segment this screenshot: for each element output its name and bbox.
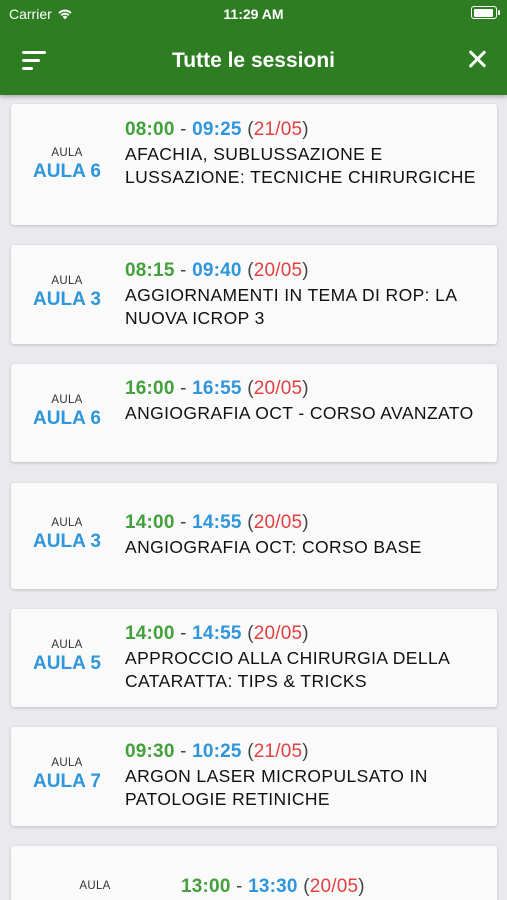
navigation-bar: Tutte le sessioni [0, 28, 507, 92]
page-title: Tutte le sessioni [172, 49, 335, 72]
session-time: 09:30 - 10:25 (21/05) [125, 741, 309, 762]
status-time: 11:29 AM [223, 6, 284, 22]
session-card[interactable]: AULA AULA 3 14:00 - 14:55 (20/05) ANGIOG… [11, 483, 497, 589]
room-block: AULA AULA 3 [11, 275, 123, 311]
session-list[interactable]: AULA AULA 6 08:00 - 09:25 (21/05) AFACHI… [0, 95, 507, 900]
start-time: 16:00 [125, 378, 175, 399]
session-time: 13:00 - 13:30 (20/05) [181, 876, 365, 897]
session-content: 13:00 - 13:30 (20/05) [181, 876, 485, 900]
end-time: 16:55 [192, 378, 242, 399]
end-time: 14:55 [192, 623, 242, 644]
session-title: ARGON LASER MICROPULSATO IN PATOLOGIE RE… [125, 766, 428, 809]
session-content: 14:00 - 14:55 (20/05) APPROCCIO ALLA CHI… [125, 623, 485, 693]
end-time: 14:55 [192, 512, 242, 533]
room-name: AULA 6 [33, 161, 101, 182]
session-time: 14:00 - 14:55 (20/05) [125, 512, 309, 533]
session-card[interactable]: AULA 13:00 - 13:30 (20/05) [11, 846, 497, 900]
session-date: 21/05 [253, 741, 303, 762]
status-bar: Carrier 11:29 AM [0, 0, 507, 28]
session-title: APPROCCIO ALLA CHIRURGIA DELLA CATARATTA… [125, 648, 450, 691]
session-time: 08:15 - 09:40 (20/05) [125, 260, 309, 281]
room-name: AULA 3 [33, 289, 101, 310]
session-content: 14:00 - 14:55 (20/05) ANGIOGRAFIA OCT: C… [125, 512, 485, 559]
room-label: AULA [51, 275, 83, 287]
session-card[interactable]: AULA AULA 6 08:00 - 09:25 (21/05) AFACHI… [11, 104, 497, 225]
session-content: 16:00 - 16:55 (20/05) ANGIOGRAFIA OCT - … [125, 378, 485, 425]
room-label: AULA [51, 517, 83, 529]
room-name: AULA 6 [33, 408, 101, 429]
room-name: AULA 5 [33, 653, 101, 674]
session-card[interactable]: AULA AULA 5 14:00 - 14:55 (20/05) APPROC… [11, 609, 497, 707]
battery-icon [471, 6, 500, 19]
close-icon[interactable] [465, 46, 489, 72]
room-block: AULA [39, 880, 151, 894]
session-content: 09:30 - 10:25 (21/05) ARGON LASER MICROP… [125, 741, 485, 811]
session-content: 08:00 - 09:25 (21/05) AFACHIA, SUBLUSSAZ… [125, 119, 485, 189]
session-title: AFACHIA, SUBLUSSAZIONE E LUSSAZIONE: TEC… [125, 144, 476, 187]
start-time: 09:30 [125, 741, 175, 762]
session-date: 21/05 [253, 119, 303, 140]
end-time: 13:30 [248, 876, 298, 897]
room-label: AULA [51, 147, 83, 159]
session-card[interactable]: AULA AULA 6 16:00 - 16:55 (20/05) ANGIOG… [11, 364, 497, 462]
room-label: AULA [51, 394, 83, 406]
room-label: AULA [79, 880, 111, 892]
session-time: 14:00 - 14:55 (20/05) [125, 623, 309, 644]
app-header: Carrier 11:29 AM Tutte le sessioni [0, 0, 507, 95]
session-time: 16:00 - 16:55 (20/05) [125, 378, 309, 399]
session-date: 20/05 [253, 378, 303, 399]
room-name: AULA 3 [33, 531, 101, 552]
room-block: AULA AULA 3 [11, 517, 123, 553]
session-card[interactable]: AULA AULA 3 08:15 - 09:40 (20/05) AGGIOR… [11, 245, 497, 344]
session-card[interactable]: AULA AULA 7 09:30 - 10:25 (21/05) ARGON … [11, 727, 497, 826]
session-date: 20/05 [253, 623, 303, 644]
start-time: 08:00 [125, 119, 175, 140]
session-date: 20/05 [253, 512, 303, 533]
room-label: AULA [51, 757, 83, 769]
start-time: 13:00 [181, 876, 231, 897]
room-block: AULA AULA 6 [11, 147, 123, 183]
end-time: 09:40 [192, 260, 242, 281]
room-label: AULA [51, 639, 83, 651]
end-time: 09:25 [192, 119, 242, 140]
start-time: 14:00 [125, 623, 175, 644]
start-time: 08:15 [125, 260, 175, 281]
end-time: 10:25 [192, 741, 242, 762]
session-content: 08:15 - 09:40 (20/05) AGGIORNAMENTI IN T… [125, 260, 485, 330]
room-block: AULA AULA 7 [11, 757, 123, 793]
room-name: AULA 7 [33, 771, 101, 792]
room-block: AULA AULA 5 [11, 639, 123, 675]
session-title: AGGIORNAMENTI IN TEMA DI ROP: LA NUOVA I… [125, 285, 457, 328]
session-date: 20/05 [253, 260, 303, 281]
session-title: ANGIOGRAFIA OCT - CORSO AVANZATO [125, 403, 474, 423]
start-time: 14:00 [125, 512, 175, 533]
session-title: ANGIOGRAFIA OCT: CORSO BASE [125, 537, 422, 557]
session-date: 20/05 [309, 876, 359, 897]
session-time: 08:00 - 09:25 (21/05) [125, 119, 309, 140]
room-block: AULA AULA 6 [11, 394, 123, 430]
